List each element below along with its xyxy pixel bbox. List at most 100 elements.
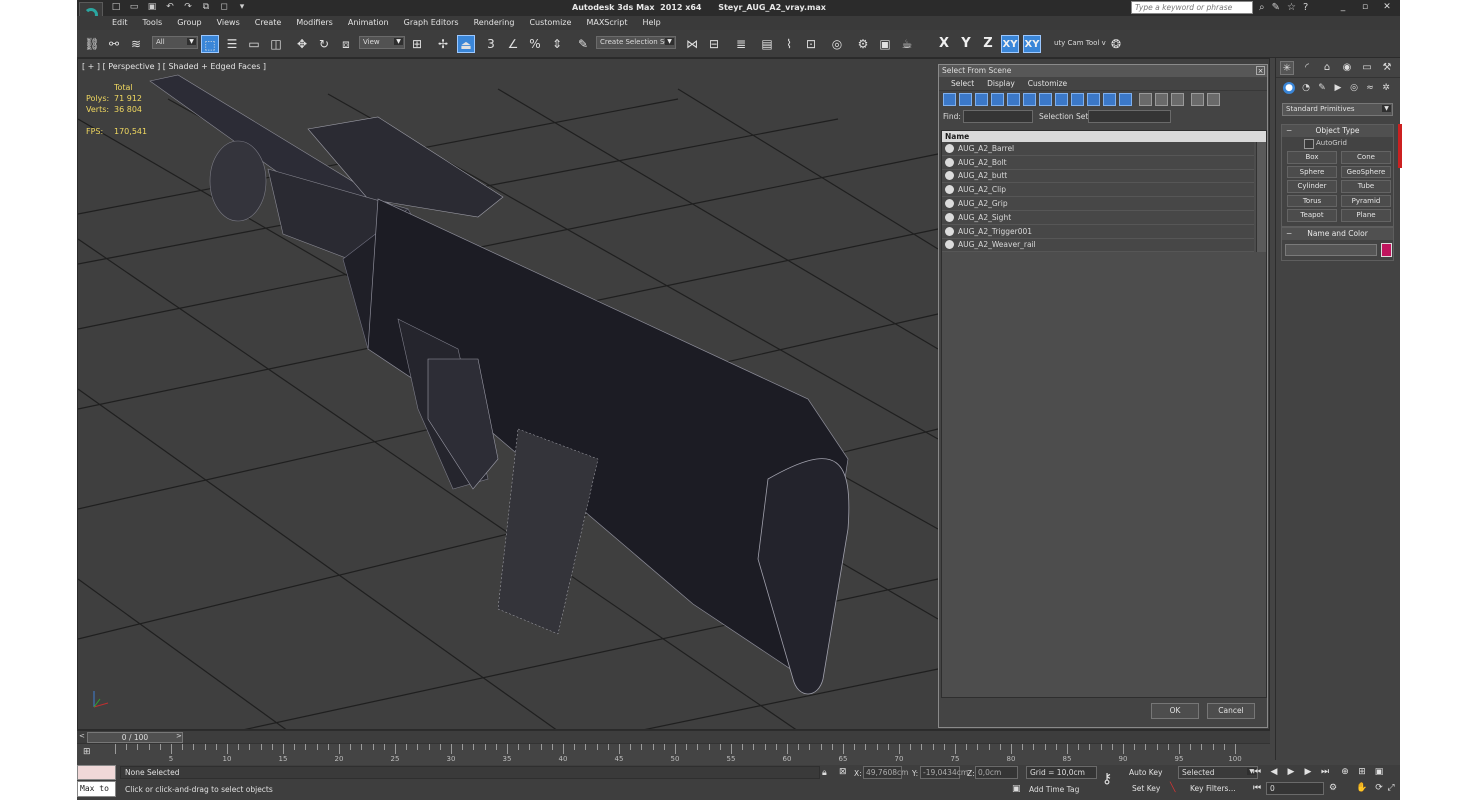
move-icon[interactable]: ✥ [293, 35, 311, 53]
material-editor-icon[interactable]: ◎ [828, 35, 846, 53]
dialog-title-bar[interactable]: Select From Scene × [939, 65, 1267, 77]
menu-animation[interactable]: Animation [348, 18, 389, 27]
menu-tools[interactable]: Tools [143, 18, 163, 27]
display-xrefs-icon[interactable] [1055, 93, 1068, 106]
lights-category-icon[interactable]: ✎ [1316, 82, 1328, 94]
geosphere-button[interactable]: GeoSphere [1341, 165, 1391, 178]
next-frame-icon[interactable]: ▶ [1301, 767, 1315, 777]
scale-icon[interactable]: ⧈ [337, 35, 355, 53]
x-coordinate-field[interactable]: 49,7608cm [863, 766, 908, 779]
open-icon[interactable]: ▭ [128, 2, 140, 13]
menu-group[interactable]: Group [177, 18, 201, 27]
find-input[interactable] [963, 110, 1033, 123]
go-to-end-icon[interactable]: ⏭ [1318, 767, 1332, 777]
menu-create[interactable]: Create [255, 18, 282, 27]
time-prev-arrow[interactable]: < [79, 732, 85, 740]
cancel-button[interactable]: Cancel [1207, 703, 1255, 719]
menu-maxscript[interactable]: MAXScript [586, 18, 627, 27]
hierarchy-tab-icon[interactable]: ⌂ [1320, 61, 1334, 75]
selection-set-dropdown[interactable] [1088, 110, 1171, 123]
menu-customize[interactable]: Customize [529, 18, 571, 27]
maxscript-listener-mini[interactable] [77, 765, 116, 780]
axis-z-button[interactable]: Z [979, 35, 997, 53]
cam-tool-icon[interactable]: ❂ [1107, 35, 1125, 53]
object-name-field[interactable] [1285, 244, 1377, 256]
undo-icon[interactable]: ↶ [164, 2, 176, 13]
spinner-snap-icon[interactable]: ⇕ [548, 35, 566, 53]
shapes-category-icon[interactable]: ◔ [1300, 82, 1312, 94]
list-item[interactable]: AUG_A2_Bolt [942, 155, 1254, 170]
close-icon[interactable]: ✕ [1377, 1, 1397, 14]
viewport-label[interactable]: [ + ] [ Perspective ] [ Shaded + Edged F… [82, 62, 266, 71]
menu-modifiers[interactable]: Modifiers [296, 18, 333, 27]
maximize-icon[interactable]: ▫ [1355, 1, 1375, 14]
tools-icon[interactable]: ✎ [1272, 2, 1280, 13]
rectangular-selection-icon[interactable]: ▭ [245, 35, 263, 53]
tube-button[interactable]: Tube [1341, 180, 1391, 193]
cam-tool-label[interactable]: uty Cam Tool v [1054, 39, 1106, 47]
motion-tab-icon[interactable]: ◉ [1340, 61, 1354, 75]
bind-space-warp-icon[interactable]: ≋ [127, 35, 145, 53]
cone-button[interactable]: Cone [1341, 151, 1391, 164]
rotate-icon[interactable]: ↻ [315, 35, 333, 53]
absolute-mode-icon[interactable]: ⊠ [839, 767, 847, 777]
autogrid-checkbox[interactable]: AutoGrid [1282, 137, 1393, 149]
named-selection-dropdown[interactable]: Create Selection Se [596, 36, 676, 49]
play-icon[interactable]: ▶ [1284, 767, 1298, 777]
key-filters-button[interactable]: Key Filters... [1190, 784, 1236, 793]
pan-icon[interactable]: ✋ [1355, 783, 1369, 793]
dialog-close-icon[interactable]: × [1256, 66, 1265, 75]
systems-category-icon[interactable]: ✲ [1380, 82, 1392, 94]
list-item[interactable]: AUG_A2_Sight [942, 210, 1254, 225]
menu-rendering[interactable]: Rendering [474, 18, 515, 27]
display-geometry-icon[interactable] [943, 93, 956, 106]
menu-help[interactable]: Help [643, 18, 661, 27]
minimize-icon[interactable]: _ [1333, 1, 1353, 14]
menu-edit[interactable]: Edit [112, 18, 128, 27]
plane-button[interactable]: Plane [1341, 209, 1391, 222]
display-containers-icon[interactable] [1087, 93, 1100, 106]
object-color-swatch[interactable] [1381, 243, 1392, 257]
time-tag-icon[interactable]: ▣ [1012, 784, 1021, 794]
select-object-icon[interactable]: ⬚ [201, 35, 219, 53]
ribbon-icon[interactable]: ▤ [758, 35, 776, 53]
axis-xy-cycle-button[interactable]: XY [1023, 35, 1041, 53]
binoculars-icon[interactable]: ⌕ [1259, 2, 1265, 13]
display-lights-icon[interactable] [975, 93, 988, 106]
dropdown-icon[interactable]: ▾ [236, 2, 248, 13]
display-shapes-icon[interactable] [959, 93, 972, 106]
redo-icon[interactable]: ↷ [182, 2, 194, 13]
name-and-color-header[interactable]: Name and Color [1282, 228, 1393, 240]
primitive-type-dropdown[interactable]: Standard Primitives [1282, 103, 1393, 116]
unlink-icon[interactable]: ⚯ [105, 35, 123, 53]
list-item[interactable]: AUG_A2_butt [942, 169, 1254, 184]
project-icon[interactable]: ⧉ [200, 2, 212, 13]
time-next-arrow[interactable]: > [176, 732, 182, 740]
layer-manager-icon[interactable]: ≣ [732, 35, 750, 53]
help-icon[interactable]: ? [1303, 2, 1308, 13]
display-invert-icon[interactable] [1171, 93, 1184, 106]
axis-y-button[interactable]: Y [957, 35, 975, 53]
object-type-header[interactable]: Object Type [1282, 125, 1393, 137]
list-item[interactable]: AUG_A2_Clip [942, 183, 1254, 198]
key-mode-toggle-icon[interactable]: ⏮ [1250, 783, 1264, 793]
list-item[interactable]: AUG_A2_Weaver_rail [942, 238, 1254, 253]
menu-graph-editors[interactable]: Graph Editors [404, 18, 459, 27]
torus-button[interactable]: Torus [1287, 194, 1337, 207]
y-coordinate-field[interactable]: -19,0434cm [920, 766, 968, 779]
geometry-category-icon[interactable]: ● [1283, 82, 1295, 94]
create-tab-icon[interactable]: ✳ [1280, 61, 1294, 75]
pyramid-button[interactable]: Pyramid [1341, 194, 1391, 207]
cylinder-button[interactable]: Cylinder [1287, 180, 1337, 193]
z-coordinate-field[interactable]: 0,0cm [975, 766, 1018, 779]
dialog-menu-display[interactable]: Display [987, 79, 1015, 88]
menu-views[interactable]: Views [217, 18, 240, 27]
window-icon[interactable]: ◻ [218, 2, 230, 13]
dialog-menu-select[interactable]: Select [951, 79, 974, 88]
mirror-icon[interactable]: ⋈ [683, 35, 701, 53]
maximize-viewport-icon[interactable]: ⤢ [1384, 783, 1398, 793]
display-hidden-icon[interactable] [1119, 93, 1132, 106]
space-warps-category-icon[interactable]: ≈ [1364, 82, 1376, 94]
render-production-icon[interactable]: ☕ [898, 35, 916, 53]
modify-tab-icon[interactable]: ◜ [1300, 61, 1314, 75]
